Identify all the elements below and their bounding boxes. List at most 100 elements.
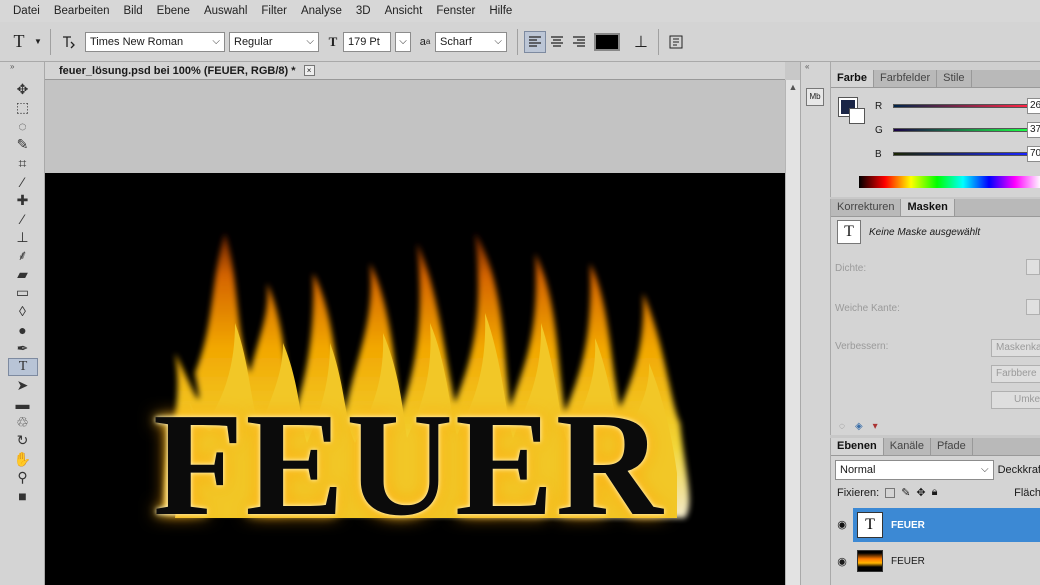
red-slider-track[interactable] (893, 104, 1028, 108)
lock-pixels-icon[interactable]: ✎ (901, 486, 910, 499)
healing-brush-tool-icon[interactable]: ✚ (0, 191, 45, 210)
load-selection-icon[interactable]: ◌ (839, 421, 845, 432)
lock-transparency-icon[interactable] (885, 487, 896, 498)
layer-row-text[interactable]: ◉ T FEUER (831, 508, 1040, 542)
blur-tool-icon[interactable]: ◊ (0, 302, 45, 321)
layer-name: FEUER (891, 555, 925, 567)
tab-ebenen[interactable]: Ebenen (831, 438, 884, 455)
delete-mask-icon[interactable]: ▾ (873, 421, 878, 432)
tab-farbe[interactable]: Farbe (831, 70, 874, 87)
red-slider[interactable]: R 26 (839, 98, 1040, 114)
menu-ansicht[interactable]: Ansicht (378, 5, 430, 17)
tab-stile[interactable]: Stile (937, 70, 972, 87)
menu-ebene[interactable]: Ebene (150, 5, 197, 17)
mask-edge-button[interactable]: Maskenka (991, 339, 1040, 357)
align-left-icon[interactable] (524, 30, 546, 53)
red-value-input[interactable]: 26 (1027, 98, 1040, 114)
align-right-icon[interactable] (568, 31, 590, 53)
green-value-input[interactable]: 37 (1027, 122, 1040, 138)
tab-masken[interactable]: Masken (901, 199, 955, 216)
opacity-label: Deckkraf (997, 464, 1040, 476)
preset-dropdown-icon[interactable]: ▼ (32, 31, 44, 53)
mini-bridge-button[interactable]: Mb (806, 88, 824, 106)
menu-analyse[interactable]: Analyse (294, 5, 349, 17)
lasso-tool-icon[interactable]: ◌ (0, 117, 45, 136)
move-tool-icon[interactable]: ✥ (0, 80, 45, 99)
tab-farbfelder[interactable]: Farbfelder (874, 70, 938, 87)
3d-orbit-tool-icon[interactable]: ↻ (0, 432, 45, 451)
color-swatches-icon[interactable]: ■ (0, 487, 45, 506)
color-spectrum-bar[interactable] (859, 176, 1040, 188)
lock-row: Fixieren: ✎ ✥ 🔒︎ Fläch (837, 486, 1040, 499)
hand-tool-icon[interactable]: ✋ (0, 450, 45, 469)
font-size-input[interactable]: 179 Pt (343, 31, 391, 52)
antialias-select[interactable]: Scharf ⌵ (435, 31, 507, 52)
canvas[interactable]: FEUER (45, 173, 785, 585)
panel-collapse-icon[interactable]: » (0, 62, 44, 80)
tab-pfade[interactable]: Pfade (931, 438, 973, 455)
warp-text-icon[interactable]: ⊥ (630, 31, 652, 53)
tab-kanaele[interactable]: Kanäle (884, 438, 931, 455)
lock-all-icon[interactable]: 🔒︎ (932, 486, 938, 499)
layer-row-image[interactable]: ◉ FEUER (831, 544, 1040, 578)
lock-position-icon[interactable]: ✥ (916, 486, 925, 499)
color-range-button[interactable]: Farbbere (991, 365, 1040, 383)
color-panel-tabs: Farbe Farbfelder Stile (831, 70, 1040, 88)
font-size-dropdown-icon[interactable]: ⌵ (395, 31, 411, 52)
blend-mode-select[interactable]: Normal ⌵ (835, 460, 994, 480)
quick-select-tool-icon[interactable]: ✎ (0, 136, 45, 155)
menu-bild[interactable]: Bild (116, 5, 149, 17)
document-tab[interactable]: feuer_lösung.psd bei 100% (FEUER, RGB/8)… (45, 62, 785, 80)
scroll-up-icon[interactable]: ▲ (786, 82, 800, 92)
blue-slider[interactable]: B 70 (839, 146, 1040, 162)
brush-tool-icon[interactable]: ⁄ (0, 210, 45, 229)
canvas-scrollbar[interactable]: ▲ (785, 80, 800, 585)
visibility-eye-icon[interactable]: ◉ (831, 555, 853, 568)
tab-korrekturen[interactable]: Korrekturen (831, 199, 902, 216)
close-icon[interactable]: × (303, 65, 315, 76)
green-slider[interactable]: G 37 (839, 122, 1040, 138)
green-slider-track[interactable] (893, 128, 1028, 132)
eyedropper-tool-icon[interactable]: ⁄ (0, 173, 45, 192)
feather-input[interactable] (1026, 299, 1040, 315)
path-selection-tool-icon[interactable]: ➤ (0, 376, 45, 395)
menu-filter[interactable]: Filter (254, 5, 294, 17)
menu-3d[interactable]: 3D (349, 5, 378, 17)
eraser-tool-icon[interactable]: ▰ (0, 265, 45, 284)
shape-tool-icon[interactable]: ▬ (0, 395, 45, 414)
text-orientation-icon[interactable] (57, 31, 79, 53)
masks-panel-tabs: Korrekturen Masken (831, 199, 1040, 217)
text-tool-preset-icon[interactable]: T (6, 31, 32, 53)
marquee-tool-icon[interactable]: ⬚ (0, 99, 45, 118)
type-tool-icon[interactable]: T (8, 357, 38, 376)
text-color-swatch[interactable] (594, 32, 620, 51)
menu-datei[interactable]: Datei (6, 5, 47, 17)
character-panel-icon[interactable] (665, 31, 687, 53)
font-style-select[interactable]: Regular ⌵ (229, 31, 319, 52)
stamp-tool-icon[interactable]: ⊥ (0, 228, 45, 247)
fill-label: Fläch (1014, 486, 1040, 499)
3d-rotate-tool-icon[interactable]: ♲ (0, 413, 45, 432)
canvas-text: FEUER (153, 383, 665, 547)
density-input[interactable] (1026, 259, 1040, 275)
layers-panel-tabs: Ebenen Kanäle Pfade (831, 438, 1040, 456)
menu-auswahl[interactable]: Auswahl (197, 5, 254, 17)
history-brush-tool-icon[interactable]: ⸙ (0, 247, 45, 266)
crop-tool-icon[interactable]: ⌗ (0, 154, 45, 173)
visibility-eye-icon[interactable]: ◉ (831, 508, 853, 542)
panel-collapse-icon[interactable]: « (801, 62, 830, 72)
invert-button[interactable]: Umkeh (991, 391, 1040, 409)
menu-fenster[interactable]: Fenster (429, 5, 482, 17)
menu-hilfe[interactable]: Hilfe (482, 5, 519, 17)
menu-bearbeiten[interactable]: Bearbeiten (47, 5, 117, 17)
dodge-tool-icon[interactable]: ● (0, 321, 45, 340)
zoom-tool-icon[interactable]: ⚲ (0, 469, 45, 488)
blue-value-input[interactable]: 70 (1027, 146, 1040, 162)
align-center-icon[interactable] (546, 31, 568, 53)
blue-slider-track[interactable] (893, 152, 1028, 156)
apply-mask-icon[interactable]: ◈ (855, 421, 863, 432)
chevron-down-icon: ⌵ (212, 35, 220, 47)
pen-tool-icon[interactable]: ✒ (0, 339, 45, 358)
gradient-tool-icon[interactable]: ▭ (0, 284, 45, 303)
font-family-select[interactable]: Times New Roman ⌵ (85, 31, 225, 52)
